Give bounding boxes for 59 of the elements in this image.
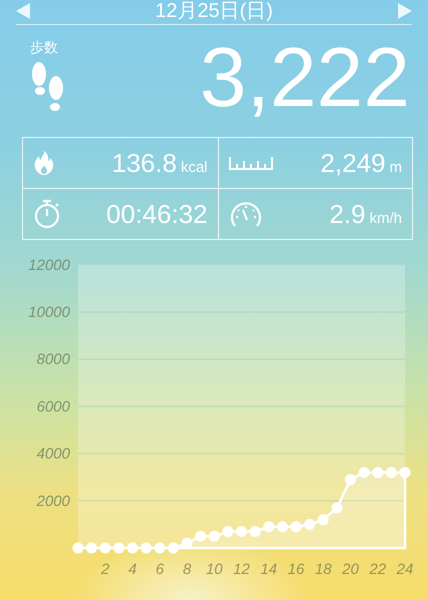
stat-value: 00:46:32 <box>106 198 208 230</box>
data-point <box>331 502 342 514</box>
data-point <box>182 538 192 549</box>
data-point <box>154 542 166 554</box>
y-tick-label: 8000 <box>36 351 70 368</box>
step-count: 3,222 <box>200 35 410 119</box>
data-point <box>304 518 316 530</box>
stopwatch-icon <box>33 199 61 229</box>
data-point <box>250 526 261 537</box>
ruler-icon <box>228 156 272 170</box>
next-arrow-icon[interactable] <box>398 3 412 19</box>
x-tick-label: 8 <box>182 561 192 578</box>
data-point <box>372 466 384 478</box>
data-point <box>400 466 410 478</box>
stat-value: 2,249 <box>320 148 386 178</box>
steps-label: 歩数 <box>30 39 58 57</box>
x-tick-label: 22 <box>369 561 386 578</box>
data-point <box>236 526 247 537</box>
stat-value: 136.8 <box>112 148 177 178</box>
x-tick-label: 4 <box>128 561 137 578</box>
speedometer-icon <box>228 200 262 228</box>
stat-unit: km/h <box>369 210 402 226</box>
x-tick-label: 2 <box>101 561 110 578</box>
data-point <box>168 542 179 554</box>
x-tick-label: 14 <box>260 561 278 578</box>
x-tick-label: 20 <box>342 561 359 578</box>
stat-unit: kcal <box>180 158 208 176</box>
x-tick-label: 12 <box>233 561 250 578</box>
data-point <box>140 542 152 554</box>
data-point <box>208 530 220 542</box>
data-point <box>72 542 84 554</box>
data-point <box>113 542 124 554</box>
data-point <box>86 542 98 554</box>
data-point <box>263 521 274 532</box>
stat-value: 2.9 <box>329 198 366 230</box>
x-tick-label: 6 <box>156 561 164 578</box>
data-point <box>222 526 234 537</box>
previous-arrow-icon[interactable] <box>16 3 30 19</box>
x-tick-label: 24 <box>396 561 414 578</box>
x-tick-label: 10 <box>206 561 223 578</box>
data-point <box>100 542 111 554</box>
x-tick-label: 18 <box>314 561 332 578</box>
date-title: 12月25日(日) <box>155 0 273 22</box>
flame-icon <box>33 150 55 176</box>
data-point <box>276 521 288 532</box>
y-tick-label: 4000 <box>36 446 70 463</box>
stat-unit: m <box>390 158 402 176</box>
data-point <box>345 474 356 486</box>
data-point <box>290 521 302 532</box>
y-tick-label: 6000 <box>36 398 70 416</box>
y-tick-label: 12000 <box>28 256 70 274</box>
x-tick-label: 16 <box>288 561 304 578</box>
y-tick-label: 10000 <box>28 304 70 321</box>
data-point <box>195 530 206 542</box>
data-point <box>318 514 329 526</box>
data-point <box>386 466 397 478</box>
data-point <box>358 466 370 478</box>
data-point <box>127 542 138 554</box>
y-tick-label: 2000 <box>36 492 70 510</box>
